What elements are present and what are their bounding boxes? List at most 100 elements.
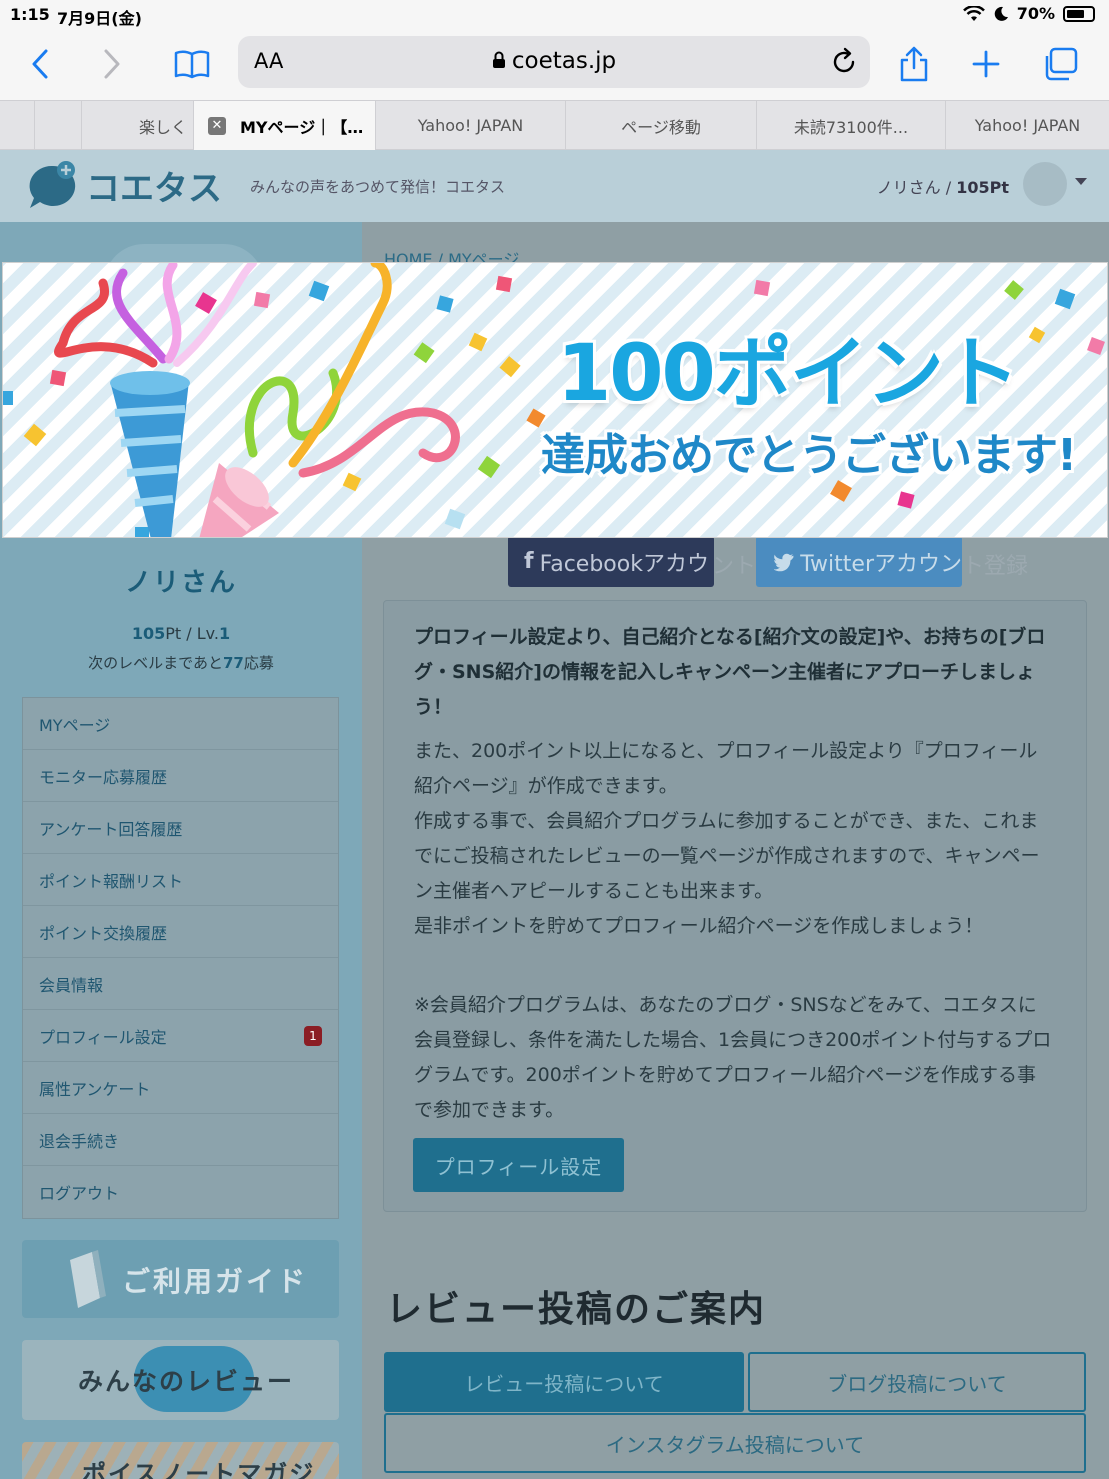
- menu-item-point-exchange[interactable]: ポイント交換履歴: [23, 906, 338, 958]
- tab-yahoo-1[interactable]: Yahoo! JAPAN: [376, 101, 566, 150]
- next-level-suffix: 応募: [243, 654, 274, 672]
- facebook-label: Facebookアカウ: [539, 551, 709, 577]
- next-level-prefix: 次のレベルまであと: [88, 654, 223, 672]
- guide-banner-text: ご利用ガイド: [122, 1265, 309, 1298]
- menu-label: 会員情報: [39, 975, 104, 995]
- tabs-overview-button[interactable]: [1038, 44, 1082, 84]
- tab-3[interactable]: 楽しく: [82, 101, 194, 150]
- menu-label: ポイント報酬リスト: [39, 871, 184, 891]
- profile-level: 1: [218, 624, 231, 643]
- reload-icon[interactable]: [828, 46, 860, 78]
- forward-button[interactable]: [90, 44, 134, 84]
- blog-posting-button[interactable]: ブログ投稿について: [748, 1352, 1086, 1412]
- next-level-value: 77: [222, 654, 244, 672]
- profile-settings-button[interactable]: プロフィール設定: [413, 1138, 624, 1192]
- profile-points: 105: [131, 624, 166, 643]
- menu-item-withdrawal[interactable]: 退会手続き: [23, 1114, 338, 1166]
- new-tab-button[interactable]: [964, 44, 1008, 84]
- back-button[interactable]: [18, 44, 62, 84]
- url-text: coetas.jp: [511, 48, 617, 74]
- review-section-heading: レビュー投稿のご案内: [386, 1289, 767, 1330]
- status-bar: 1:15 7月9日(金) 70%: [0, 0, 1109, 30]
- address-bar[interactable]: AA coetas.jp: [238, 36, 870, 88]
- modal-title: 100ポイント: [556, 328, 1022, 421]
- menu-label: モニター応募履歴: [39, 767, 168, 787]
- menu-item-profile-settings[interactable]: プロフィール設定 1: [23, 1010, 338, 1062]
- menu-item-point-rewards[interactable]: ポイント報酬リスト: [23, 854, 338, 906]
- tab-1[interactable]: [0, 101, 35, 150]
- twitter-connect-button[interactable]: Twitterアカウン: [756, 536, 962, 587]
- url-display: coetas.jp: [238, 48, 870, 74]
- status-date: 7月9日(金): [57, 9, 142, 28]
- site-tagline: みんなの声をあつめて発信！コエタス: [250, 178, 506, 196]
- status-time: 1:15: [10, 5, 50, 24]
- info-paragraph-1: また、200ポイント以上になると、プロフィール設定より『プロフィール紹介ページ』…: [414, 740, 1040, 937]
- magazine-banner-text: ポイスノートマガジン: [82, 1460, 316, 1479]
- menu-label: プロフィール設定: [39, 1027, 167, 1047]
- facebook-label-overflow: ント: [712, 554, 757, 579]
- wifi-icon: [962, 5, 985, 21]
- share-button[interactable]: [892, 44, 936, 84]
- chevron-left-icon: [32, 49, 48, 79]
- mypage-menu: MYページ モニター応募履歴 アンケート回答履歴 ポイント報酬リスト ポイント交…: [22, 697, 339, 1219]
- lock-icon: [492, 51, 505, 68]
- menu-label: ポイント交換履歴: [39, 923, 168, 943]
- twitter-label-overflow: ト登録: [962, 554, 1029, 579]
- review-banner[interactable]: みんなのレビュー: [22, 1340, 339, 1420]
- menu-item-monitor-history[interactable]: モニター応募履歴: [23, 750, 338, 802]
- bookmarks-button[interactable]: [170, 44, 214, 84]
- info-paragraph-2: ※会員紹介プログラムは、あなたのブログ・SNSなどをみて、コエタスに会員登録し、…: [414, 994, 1052, 1121]
- profile-name: ノリさん: [124, 568, 237, 598]
- magazine-banner[interactable]: ポイスノートマガジン: [22, 1442, 339, 1479]
- tab-bar: 楽しく ✕ MYページ｜【… Yahoo! JAPAN ページ移動 未読7310…: [0, 100, 1109, 150]
- menu-label: 属性アンケート: [39, 1079, 151, 1099]
- instagram-posting-button[interactable]: インスタグラム投稿について: [384, 1413, 1086, 1473]
- twitter-bird-icon: [774, 553, 794, 571]
- browser-toolbar: AA coetas.jp: [0, 30, 1109, 100]
- status-right: 70%: [962, 4, 1095, 23]
- chevron-down-icon[interactable]: [1075, 178, 1087, 185]
- tab-mypage-active[interactable]: ✕ MYページ｜【…: [194, 101, 376, 150]
- plus-icon: [972, 50, 1000, 78]
- site-header: コエタス みんなの声をあつめて発信！コエタス ノリさん / 105Pt: [0, 150, 1109, 222]
- book-icon: [174, 50, 210, 79]
- site-logo[interactable]: コエタス: [26, 160, 226, 212]
- menu-label: ログアウト: [39, 1184, 120, 1203]
- tabs-icon: [1045, 47, 1078, 81]
- battery-icon: [1063, 5, 1095, 22]
- coetas-logo-icon: コエタス: [29, 161, 222, 209]
- moon-icon: [994, 6, 1008, 21]
- close-tab-icon[interactable]: ✕: [208, 116, 226, 135]
- review-banner-text: みんなのレビュー: [78, 1367, 295, 1396]
- tab-yahoo-2[interactable]: Yahoo! JAPAN: [946, 101, 1109, 150]
- info-lead-text: プロフィール設定より、自己紹介となる[紹介文の設定]や、お持ちの[ブログ・SNS…: [414, 626, 1046, 718]
- chevron-right-icon: [104, 49, 120, 79]
- tab-active-label: MYページ｜【…: [240, 117, 364, 137]
- tab-page-move[interactable]: ページ移動: [566, 101, 757, 150]
- facebook-icon: f: [524, 549, 534, 574]
- battery-percent: 70%: [1016, 4, 1055, 23]
- menu-item-mypage[interactable]: MYページ: [23, 698, 338, 750]
- menu-item-logout[interactable]: ログアウト: [23, 1166, 338, 1218]
- menu-item-attribute-survey[interactable]: 属性アンケート: [23, 1062, 338, 1114]
- menu-item-survey-history[interactable]: アンケート回答履歴: [23, 802, 338, 854]
- menu-label: MYページ: [39, 715, 111, 735]
- share-icon: [900, 46, 928, 82]
- logo-text: コエタス: [86, 169, 222, 209]
- twitter-label: Twitterアカウン: [800, 551, 962, 577]
- facebook-connect-button[interactable]: f Facebookアカウ: [508, 536, 714, 587]
- header-user-points: 105Pt: [956, 178, 1009, 197]
- menu-label: アンケート回答履歴: [39, 819, 183, 839]
- profile-points-unit: Pt / Lv.: [165, 624, 219, 643]
- achievement-modal[interactable]: 100ポイント 達成おめでとうございます!: [2, 262, 1108, 538]
- avatar[interactable]: [1023, 162, 1067, 206]
- notification-badge: 1: [304, 1026, 322, 1046]
- menu-item-member-info[interactable]: 会員情報: [23, 958, 338, 1010]
- guide-banner[interactable]: ご利用ガイド: [22, 1240, 339, 1318]
- review-posting-button[interactable]: レビュー投稿について: [384, 1352, 744, 1412]
- header-user-name: ノリさん: [876, 178, 941, 197]
- header-user-info[interactable]: ノリさん / 105Pt: [877, 174, 1009, 198]
- tab-unread[interactable]: 未読73100件...: [757, 101, 946, 150]
- menu-label: 退会手続き: [39, 1131, 120, 1151]
- tab-2[interactable]: [35, 101, 82, 150]
